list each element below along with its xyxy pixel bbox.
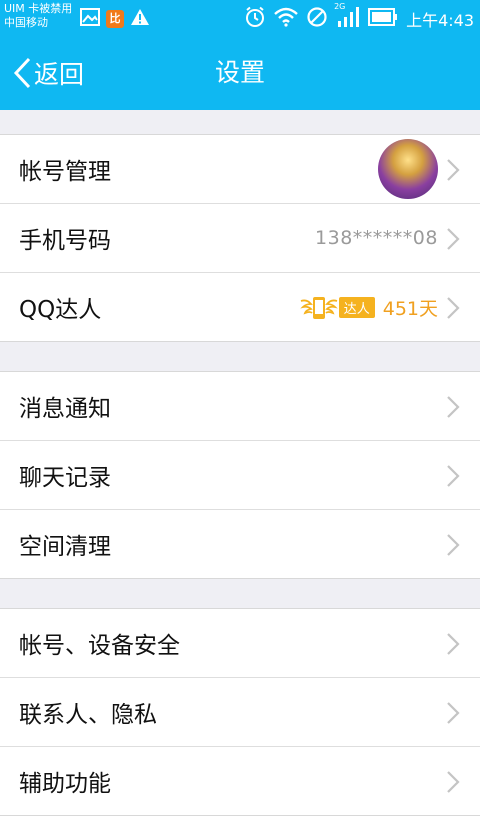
page-title: 设置 (214, 58, 265, 87)
alarm-icon (244, 6, 266, 32)
message-notification-row[interactable]: 消息通知 (0, 371, 480, 440)
system-status-icons: 2G 上午4:43 (244, 2, 474, 32)
row-label: 聊天记录 (19, 465, 111, 491)
title-bar: 返回 设置 (0, 36, 480, 110)
row-label: 帐号管理 (19, 159, 111, 185)
settings-group-account: 帐号管理 手机号码 138******08 QQ达人 达人 451天 (0, 134, 480, 342)
chevron-right-icon (447, 465, 460, 487)
storage-cleanup-row[interactable]: 空间清理 (0, 509, 480, 579)
row-label: 帐号、设备安全 (19, 633, 180, 659)
status-bar: UIM 卡被禁用 中国移动 比 2G 上午4:43 (0, 0, 480, 36)
chevron-right-icon (447, 396, 460, 418)
battery-icon (368, 7, 398, 31)
network-type: 2G (334, 2, 346, 11)
account-device-security-row[interactable]: 帐号、设备安全 (0, 608, 480, 677)
phone-number-row[interactable]: 手机号码 138******08 (0, 203, 480, 272)
winged-phone-icon (299, 297, 338, 319)
settings-group-security: 帐号、设备安全 联系人、隐私 辅助功能 (0, 608, 480, 816)
row-label: 手机号码 (19, 228, 111, 254)
settings-group-messages: 消息通知 聊天记录 空间清理 (0, 371, 480, 579)
signal-icon: 2G (334, 2, 360, 32)
notification-icons: 比 (80, 8, 150, 30)
carrier-info: UIM 卡被禁用 中国移动 (4, 2, 72, 30)
chevron-right-icon (447, 297, 460, 319)
daren-tag: 达人 (338, 296, 375, 318)
blocked-icon (306, 6, 328, 32)
chevron-right-icon (447, 159, 460, 181)
image-icon (80, 8, 100, 30)
row-label: 辅助功能 (19, 771, 111, 797)
avatar (378, 139, 438, 199)
clock: 上午4:43 (406, 11, 474, 30)
row-label: QQ达人 (19, 297, 102, 323)
daren-badge: 达人 (299, 293, 375, 321)
chevron-right-icon (447, 633, 460, 655)
account-management-row[interactable]: 帐号管理 (0, 134, 480, 203)
accessibility-row[interactable]: 辅助功能 (0, 746, 480, 816)
daren-days: 451天 (382, 297, 438, 320)
phone-number-value: 138******08 (315, 227, 438, 249)
row-label: 联系人、隐私 (19, 702, 157, 728)
contacts-privacy-row[interactable]: 联系人、隐私 (0, 677, 480, 746)
carrier-line-2: 中国移动 (4, 16, 48, 29)
chat-history-row[interactable]: 聊天记录 (0, 440, 480, 509)
chevron-right-icon (447, 771, 460, 793)
chevron-right-icon (447, 702, 460, 724)
app-badge-icon: 比 (106, 10, 124, 28)
row-label: 消息通知 (19, 396, 111, 422)
wifi-icon (274, 7, 298, 31)
chevron-right-icon (447, 228, 460, 250)
chevron-right-icon (447, 534, 460, 556)
qq-daren-row[interactable]: QQ达人 达人 451天 (0, 272, 480, 342)
carrier-line-1: UIM 卡被禁用 (4, 2, 73, 15)
warning-icon (130, 8, 150, 30)
row-label: 空间清理 (19, 534, 111, 560)
